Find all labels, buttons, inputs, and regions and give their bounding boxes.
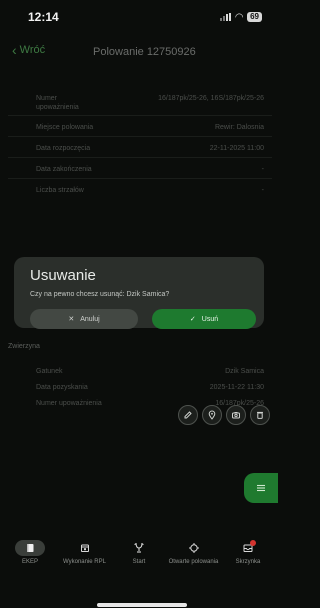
- tab-wykonanie-rpl[interactable]: Wykonanie RPL: [59, 540, 111, 600]
- location-button[interactable]: [202, 405, 222, 425]
- target-icon: [188, 543, 199, 553]
- cancel-button[interactable]: ✕ Anuluj: [30, 309, 138, 329]
- detail-value: -: [261, 166, 264, 173]
- tab-start[interactable]: Start: [113, 540, 165, 600]
- chevron-left-icon: ‹: [12, 42, 17, 58]
- game-value: Dzik Samica: [225, 368, 264, 375]
- game-label: Gatunek: [36, 368, 63, 375]
- wifi-icon: ◠: [235, 11, 244, 23]
- delete-button[interactable]: [250, 405, 270, 425]
- detail-value: 22-11-2025 11:00: [209, 145, 264, 152]
- detail-label: Miejsce polowania: [36, 124, 94, 131]
- detail-row: Data rozpoczęcia 22-11-2025 11:00: [8, 137, 272, 158]
- detail-value: 16/187pk/25-26, 16S/187pk/25-26: [158, 95, 264, 102]
- back-label: Wróć: [19, 44, 46, 56]
- detail-label: Numer upoważnienia: [36, 95, 79, 111]
- menu-fab-button[interactable]: [244, 473, 278, 503]
- delete-dialog: Usuwanie Czy na pewno chcesz usunąć: Dzi…: [14, 257, 264, 329]
- tab-label: Start: [132, 559, 146, 565]
- status-icons: ◠ 69: [220, 12, 262, 23]
- detail-row: Liczba strzałów -: [8, 179, 272, 200]
- detail-label: Liczba strzałów: [36, 187, 84, 194]
- tab-label: EKEP: [21, 559, 38, 565]
- back-button[interactable]: ‹ Wróć: [12, 42, 46, 58]
- detail-label: Data rozpoczęcia: [36, 145, 91, 152]
- edit-button[interactable]: [178, 405, 198, 425]
- tab-label: Skrzynka: [235, 559, 261, 565]
- game-row: Data pozyskania 2025-11-22 11:30: [8, 380, 272, 396]
- detail-row: Miejsce polowania Rewir: Dalosnia: [8, 116, 272, 137]
- detail-value: Rewir: Dalosnia: [214, 124, 264, 131]
- confirm-label: Usuń: [201, 315, 219, 323]
- battery-icon: 69: [247, 12, 262, 22]
- tab-label: Wykonanie RPL: [63, 559, 106, 565]
- photo-button[interactable]: [226, 405, 246, 425]
- tab-ekep[interactable]: EKEP: [4, 540, 56, 600]
- cancel-label: Anuluj: [80, 315, 100, 323]
- notification-badge: [250, 540, 256, 546]
- page-title: Polowanie 12750926: [93, 46, 196, 58]
- dialog-title: Usuwanie: [30, 267, 96, 284]
- check-icon: ✓: [189, 316, 196, 323]
- camera-icon: [232, 412, 240, 419]
- game-actions: [178, 405, 270, 425]
- top-bar: ‹ Wróć Polowanie 12750926: [0, 38, 278, 66]
- dialog-message: Czy na pewno chcesz usunąć: Dzik Samica?: [30, 291, 170, 298]
- delete-confirm-button[interactable]: ✓ Usuń: [152, 309, 256, 329]
- tab-skrzynka[interactable]: Skrzynka: [222, 540, 274, 600]
- book-icon: [27, 544, 34, 552]
- game-label: Data pozyskania: [36, 384, 88, 391]
- detail-label: Data zakończenia: [36, 166, 92, 173]
- trash-icon: [257, 411, 263, 419]
- calendar-icon: [80, 544, 89, 552]
- home-indicator: [97, 603, 187, 607]
- detail-row: Data zakończenia -: [8, 158, 272, 179]
- detail-row: Numer upoważnienia 16/187pk/25-26, 16S/1…: [8, 90, 272, 116]
- location-pin-icon: [208, 410, 216, 420]
- game-label: Numer upoważnienia: [36, 400, 102, 407]
- status-time: 12:14: [28, 10, 59, 24]
- game-row: Gatunek Dzik Samica: [8, 364, 272, 380]
- trophy-icon: [134, 542, 144, 553]
- tab-label: Otwarte polowania: [168, 559, 219, 565]
- section-title: Zwierzyna: [8, 343, 40, 350]
- detail-value: -: [261, 187, 264, 194]
- signal-icon: [220, 13, 232, 21]
- close-icon: ✕: [68, 316, 75, 323]
- tab-otwarte-polowania[interactable]: Otwarte polowania: [168, 540, 220, 600]
- bottom-tab-bar: EKEP Wykonanie RPL Start Otwarte polowan…: [0, 540, 278, 600]
- edit-icon: [184, 411, 192, 419]
- game-value: 2025-11-22 11:30: [209, 384, 264, 391]
- status-bar: 12:14 ◠ 69: [0, 0, 278, 34]
- menu-icon: [257, 484, 265, 492]
